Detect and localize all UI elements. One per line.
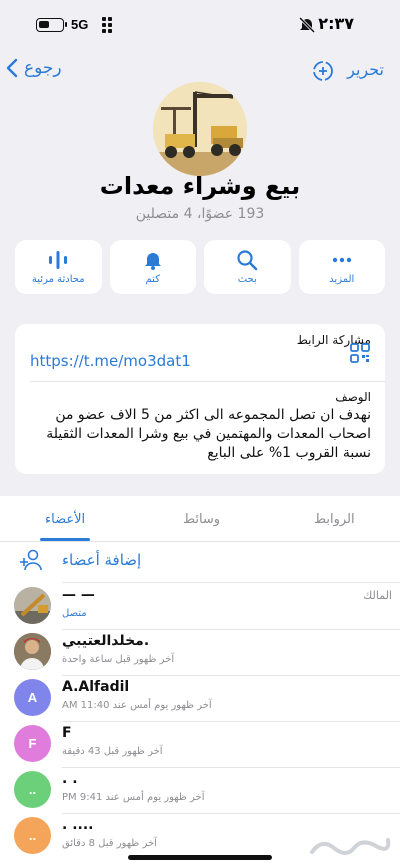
member-name: A.Alfadil [62, 679, 130, 695]
description-label: الوصف [335, 390, 371, 404]
mute-icon [298, 17, 316, 33]
watermark-logo [310, 838, 391, 855]
add-user-icon [20, 549, 42, 571]
more-label: المزيد [329, 274, 355, 285]
tab-members[interactable]: الأعضاء [45, 512, 85, 527]
member-status: آخر ظهور قبل 8 دقائق [62, 838, 157, 849]
avatar: A [14, 679, 51, 716]
member-row[interactable]: F F آخر ظهور قبل 43 دقيقة [0, 721, 400, 767]
mute-button[interactable]: كتم [109, 240, 196, 294]
back-button[interactable]: رجوع [6, 58, 62, 78]
more-button[interactable]: المزيد [298, 240, 385, 294]
add-story-icon[interactable] [312, 60, 334, 82]
action-buttons: المزيد بحث كتم محادثة مرئية [15, 240, 385, 294]
tab-indicator [40, 538, 90, 541]
member-status: متصل [62, 608, 87, 619]
construction-equipment-image [153, 82, 247, 176]
member-name: مخلدالعتيبي. [62, 633, 150, 649]
voice-chat-icon [49, 251, 68, 269]
member-status: آخر ظهور قبل 43 دقيقة [62, 746, 163, 757]
member-name: F [62, 725, 72, 741]
add-members-label: إضافة أعضاء [62, 551, 142, 569]
member-name: . . [62, 771, 78, 787]
member-role: المالك [363, 589, 392, 602]
member-row[interactable]: A A.Alfadil آخر ظهور يوم أمس عند 11:40 A… [0, 675, 400, 721]
member-status: آخر ظهور يوم أمس عند 9:41 PM [62, 792, 205, 803]
tab-media[interactable]: وسائط [183, 512, 220, 527]
chevron-left-icon [6, 58, 18, 78]
edit-button[interactable]: تحرير [347, 60, 384, 79]
voice-chat-button[interactable]: محادثة مرئية [15, 240, 102, 294]
status-bar: 5G ٢:٣٧ [0, 0, 400, 50]
avatar: .. [14, 771, 51, 808]
search-label: بحث [237, 274, 257, 285]
group-avatar[interactable] [153, 82, 247, 176]
group-member-count: 193 عضوًا، 4 متصلين [135, 206, 265, 222]
member-name: . .... [62, 817, 94, 833]
status-time: ٢:٣٧ [318, 14, 354, 33]
mute-label: كتم [145, 274, 160, 285]
search-button[interactable]: بحث [204, 240, 291, 294]
network-label: 5G [71, 17, 89, 32]
search-icon [237, 250, 258, 271]
member-row[interactable]: مخلدالعتيبي. آخر ظهور قبل ساعة واحدة [0, 629, 400, 675]
member-status: آخر ظهور يوم أمس عند 11:40 AM [62, 700, 212, 711]
invite-link[interactable]: https://t.me/mo3dat1 [30, 352, 191, 370]
tab-links[interactable]: الروابط [314, 512, 355, 527]
member-status: آخر ظهور قبل ساعة واحدة [62, 654, 175, 665]
member-row[interactable]: .. . . آخر ظهور يوم أمس عند 9:41 PM [0, 767, 400, 813]
add-members-button[interactable]: إضافة أعضاء [0, 542, 400, 582]
voice-chat-label: محادثة مرئية [31, 274, 85, 285]
group-title: بيع وشراء معدات [99, 172, 301, 200]
tab-bar: الأعضاء وسائط الروابط [0, 496, 400, 542]
group-description: نهدف ان تصل المجموعه الى اكثر من 5 الاف … [46, 407, 371, 461]
avatar: .. [14, 817, 51, 854]
back-label: رجوع [24, 58, 62, 78]
card-divider [30, 381, 385, 382]
avatar [14, 633, 51, 670]
group-info-card: مشاركة الرابط https://t.me/mo3dat1 الوصف… [15, 324, 385, 474]
avatar: F [14, 725, 51, 762]
qr-code-icon[interactable] [350, 343, 370, 363]
more-icon [332, 257, 351, 263]
signal-icon [102, 17, 116, 33]
members-sheet: الأعضاء وسائط الروابط إضافة أعضاء —‏ — م… [0, 496, 400, 867]
member-name: —‏ — [62, 587, 95, 603]
avatar [14, 587, 51, 624]
bell-icon [144, 253, 161, 270]
battery-icon [36, 18, 67, 32]
home-indicator [128, 855, 272, 860]
member-row[interactable]: —‏ — متصل المالك [0, 583, 400, 629]
